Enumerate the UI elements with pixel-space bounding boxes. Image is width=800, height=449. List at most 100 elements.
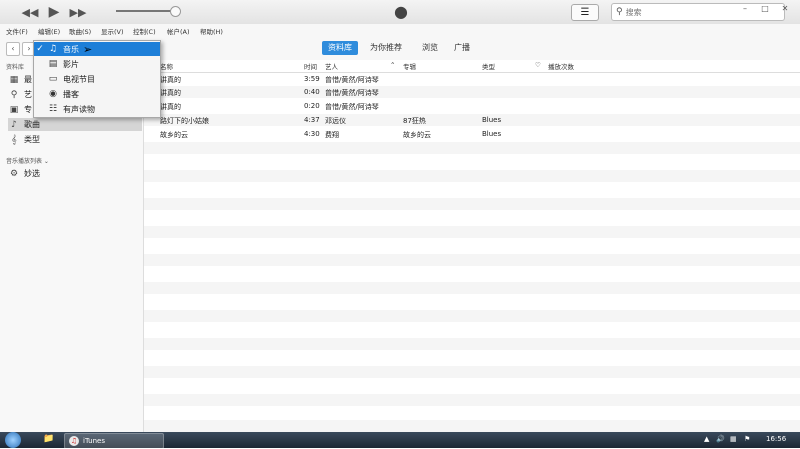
row-time: 4:37 — [304, 116, 320, 124]
genre-icon: 𝄞 — [11, 134, 17, 145]
volume-slider-handle[interactable] — [170, 6, 181, 17]
mouse-cursor-icon: ➢ — [83, 43, 93, 56]
row-artist: 费翔 — [325, 131, 339, 139]
column-album[interactable]: 专辑 — [403, 61, 416, 71]
row-time: 0:20 — [304, 102, 320, 110]
album-icon: ▣ — [9, 104, 19, 115]
start-button[interactable] — [5, 432, 21, 448]
search-box[interactable]: ⚲ — [611, 3, 785, 21]
row-name: 故乡的云 — [160, 131, 188, 139]
column-artist[interactable]: 艺人 — [325, 61, 338, 71]
row-album: 故乡的云 — [403, 131, 431, 139]
search-icon: ⚲ — [616, 7, 623, 17]
row-artist: 曾惜/黄然/阿诗琴 — [325, 76, 379, 84]
sidebar-playlists-label[interactable]: 音乐播放列表 ⌄ — [6, 156, 49, 165]
gear-icon: ⚙ — [9, 168, 19, 179]
dropdown-item-movies[interactable]: ▤ 影片 — [34, 57, 160, 71]
empty-row — [144, 420, 800, 432]
audiobook-icon: ☷ — [48, 104, 58, 114]
row-album: 87狂热 — [403, 117, 426, 125]
sidebar-item-genius[interactable]: ⚙ 妙选 — [8, 167, 142, 180]
network-icon[interactable]: ▦ — [730, 435, 737, 443]
empty-row — [144, 226, 800, 238]
empty-row — [144, 198, 800, 210]
volume-icon[interactable]: 🔊 — [716, 435, 725, 443]
table-row[interactable] — [144, 73, 800, 85]
row-genre: Blues — [482, 130, 502, 138]
table-row[interactable] — [144, 100, 800, 112]
menu-edit[interactable]: 编辑(E) — [38, 26, 60, 36]
empty-row — [144, 338, 800, 350]
row-time: 0:40 — [304, 88, 320, 96]
back-button[interactable]: ‹ — [6, 42, 20, 56]
taskbar-itunes[interactable]: ♫ iTunes — [64, 433, 164, 449]
empty-row — [144, 282, 800, 294]
row-artist: 曾惜/黄然/阿诗琴 — [325, 89, 379, 97]
minimize-icon[interactable]: – — [740, 4, 750, 14]
empty-row — [144, 142, 800, 154]
column-genre[interactable]: 类型 — [482, 61, 495, 71]
row-time: 4:30 — [304, 130, 320, 138]
row-time: 3:59 — [304, 75, 320, 83]
empty-row — [144, 394, 800, 406]
podcast-icon: ◉ — [49, 89, 57, 99]
maximize-icon[interactable]: □ — [760, 4, 770, 14]
list-view-button[interactable]: ☰ — [571, 4, 599, 21]
row-name: 讲真的 — [160, 89, 181, 97]
flag-icon[interactable]: ⚑ — [744, 435, 750, 443]
tv-icon: ▭ — [48, 74, 58, 84]
row-artist: 曾惜/黄然/阿诗琴 — [325, 103, 379, 111]
menu-file[interactable]: 文件(F) — [6, 26, 28, 36]
column-plays[interactable]: 播放次数 — [548, 61, 574, 71]
dropdown-item-audiobooks[interactable]: ☷ 有声读物 — [34, 102, 160, 116]
row-genre: Blues — [482, 116, 502, 124]
tab-browse[interactable]: 浏览 — [416, 41, 444, 55]
checkmark-icon: ✓ — [36, 44, 44, 54]
apple-logo-icon: ● — [394, 2, 408, 21]
sidebar-item-genres[interactable]: 𝄞 类型 — [8, 133, 142, 146]
music-note-icon: ♪ — [11, 119, 17, 130]
previous-track-icon[interactable]: ◀◀ — [22, 4, 39, 20]
menu-controls[interactable]: 控制(C) — [133, 26, 156, 36]
empty-row — [144, 170, 800, 182]
empty-row — [144, 254, 800, 266]
heart-icon[interactable]: ♡ — [535, 61, 541, 69]
dropdown-item-music[interactable]: ✓ ♫ 音乐 — [34, 42, 160, 56]
play-icon[interactable]: ▶ — [46, 4, 62, 20]
music-note-icon: ♫ — [48, 44, 58, 54]
tray-arrow-icon[interactable]: ▲ — [704, 435, 709, 443]
tab-for-you[interactable]: 为你推荐 — [364, 41, 408, 55]
sidebar-library-label: 资料库 — [6, 64, 25, 71]
grid-icon: ▦ — [9, 74, 19, 85]
tab-radio[interactable]: 广播 — [448, 41, 476, 55]
sidebar-item-songs[interactable]: ♪ 歌曲 — [8, 118, 142, 131]
next-track-icon[interactable]: ▶▶ — [70, 4, 87, 20]
column-time[interactable]: 时间 — [304, 61, 317, 71]
menu-view[interactable]: 显示(V) — [101, 26, 124, 36]
empty-row — [144, 310, 800, 322]
row-artist: 邓远仪 — [325, 117, 346, 125]
sort-arrow-icon: ⌃ — [390, 61, 396, 69]
table-row[interactable] — [144, 86, 800, 98]
folder-icon[interactable]: 📁 — [42, 434, 56, 446]
media-type-dropdown: ✓ ♫ 音乐 ▤ 影片 ▭ 电视节目 ◉ 播客 ☷ 有声读物 — [33, 40, 161, 118]
tab-library[interactable]: 资料库 — [322, 41, 358, 55]
row-name: 讲真的 — [160, 76, 181, 84]
list-icon: ☰ — [580, 7, 590, 18]
dropdown-item-tv-shows[interactable]: ▭ 电视节目 — [34, 72, 160, 86]
table-row[interactable] — [144, 114, 800, 126]
row-name: 讲真的 — [160, 103, 181, 111]
empty-row — [144, 366, 800, 378]
menu-account[interactable]: 帐户(A) — [167, 26, 190, 36]
clock[interactable]: 16:56 — [766, 435, 786, 443]
menu-song[interactable]: 歌曲(S) — [69, 26, 91, 36]
row-name: 路灯下的小姑娘 — [160, 117, 209, 125]
table-row[interactable] — [144, 128, 800, 140]
column-name[interactable]: 名称 — [160, 61, 173, 71]
film-icon: ▤ — [48, 59, 58, 69]
menu-help[interactable]: 帮助(H) — [200, 26, 223, 36]
close-icon[interactable]: ✕ — [780, 4, 790, 14]
dropdown-item-podcasts[interactable]: ◉ 播客 — [34, 87, 160, 101]
table-header — [144, 60, 800, 73]
microphone-icon: ⚲ — [10, 89, 18, 100]
